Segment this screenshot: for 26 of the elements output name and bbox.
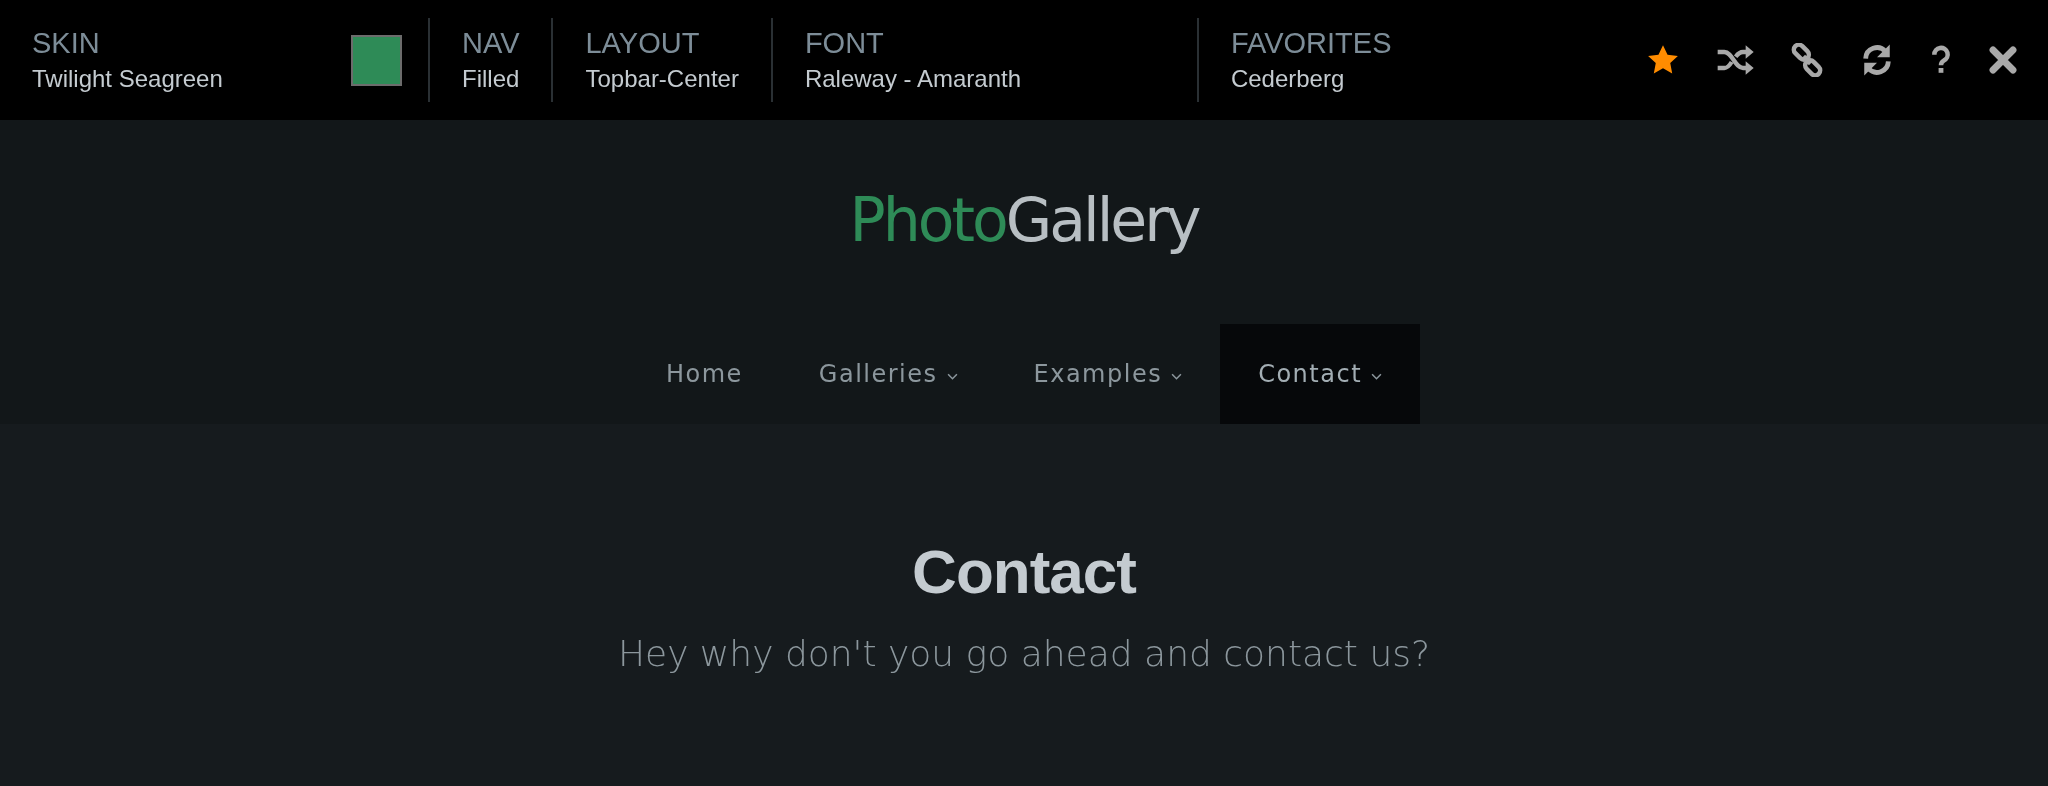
- setting-value[interactable]: Raleway - Amaranth: [804, 64, 1021, 94]
- shuffle-icon[interactable]: [1716, 44, 1754, 76]
- page-subtitle: Hey why don't you go ahead and contact us?: [617, 632, 1431, 676]
- nav-link[interactable]: Contact: [1220, 324, 1421, 424]
- refresh-icon[interactable]: [1860, 43, 1894, 77]
- page-title: Contact: [912, 536, 1136, 608]
- help-icon[interactable]: [1930, 44, 1952, 76]
- setting-value[interactable]: Filled: [462, 64, 520, 94]
- setting-label: NAV: [462, 26, 520, 60]
- setting-label: LAYOUT: [585, 26, 701, 60]
- link-icon[interactable]: [1790, 43, 1824, 77]
- close-icon[interactable]: [1988, 45, 2018, 75]
- nav-link[interactable]: Home: [627, 324, 781, 424]
- setting-label: FONT: [804, 26, 885, 60]
- caret-icon: [1371, 372, 1383, 380]
- nav-link[interactable]: Galleries: [780, 324, 996, 424]
- caret-icon: [1171, 372, 1183, 380]
- site-logo[interactable]: PhotoGallery: [849, 182, 1199, 258]
- setting-value[interactable]: Twilight Seagreen: [32, 64, 223, 94]
- caret-icon: [946, 372, 958, 380]
- setting-label: SKIN: [32, 26, 101, 60]
- nav-link[interactable]: Examples: [995, 324, 1221, 424]
- color-swatch[interactable]: [351, 34, 402, 86]
- setting-value[interactable]: Cederberg: [1230, 64, 1392, 94]
- setting-label: FAVORITES: [1230, 26, 1392, 60]
- setting-value[interactable]: Topbar-Center: [585, 64, 739, 94]
